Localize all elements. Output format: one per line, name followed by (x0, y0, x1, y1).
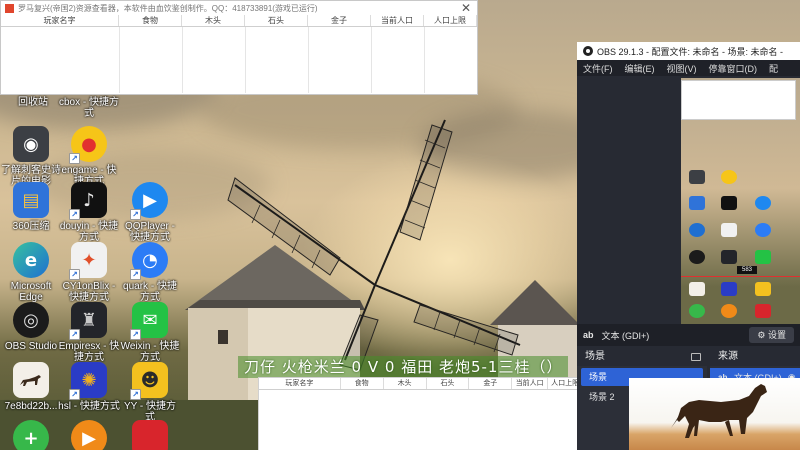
qqplayer-icon: ▶ ↗ (130, 182, 168, 220)
stream-overlay-text: 刀仔 火枪米兰 0 V 0 福田 老炮5-1三桂（） (238, 356, 569, 378)
desktop-icon-obs-studio[interactable]: ◎ OBS Studio (0, 302, 62, 352)
app-logo-icon (5, 3, 14, 13)
yy-icon: ☻ ↗ (130, 362, 168, 400)
close-button[interactable]: ✕ (455, 1, 477, 15)
preview-selection-line (681, 276, 800, 277)
desktop-icon-label: CY1onBlix - 快捷方式 (62, 281, 116, 303)
column-header[interactable]: 当前人口 (371, 15, 424, 26)
obs-menubar: 文件(F) 编辑(E) 视图(V) 停靠窗口(D) 配 (577, 60, 800, 76)
grid-header: 玩家名字 食物 木头 石头 金子 当前人口 人口上限 (259, 378, 584, 390)
grid-header: 玩家名字 食物 木头 石头 金子 当前人口 人口上限 (1, 15, 477, 27)
sources-dock-header: 来源 (710, 348, 800, 366)
desktop-icon-empiresx[interactable]: ♜ ↗ Empiresx - 快捷方式 (58, 302, 120, 363)
menu-profile[interactable]: 配 (763, 62, 784, 75)
column-header[interactable]: 食物 (119, 15, 182, 26)
column-header: 食物 (341, 378, 384, 389)
window-title: 罗马复兴(帝国2)资源查看器，本软件由血饮鉴创制作。QQ：418733891(游… (18, 3, 318, 13)
obs-logo-icon (583, 46, 593, 56)
desktop-icon-label: douyin - 快捷方式 (59, 221, 119, 243)
undock-icon[interactable] (691, 353, 701, 361)
zip-archive-icon: ▤ (13, 182, 49, 218)
desktop-icon-movie-app[interactable]: ◉ 了解刺客史诗片的电影 (0, 126, 62, 187)
desktop-icon-label: QQPlayer - 快捷方式 (124, 221, 175, 243)
selected-source-label: 文本 (GDI+) (601, 330, 650, 341)
horse-photo (629, 378, 800, 450)
menu-docks[interactable]: 停靠窗口(D) (703, 62, 764, 75)
desktop-icon-engame[interactable]: ●↗ engame - 快捷方式 (58, 126, 120, 187)
obs-titlebar[interactable]: OBS 29.1.3 - 配置文件: 未命名 - 场景: 未命名 - (577, 42, 800, 60)
weixin-icon: ✉ ↗ (130, 302, 168, 340)
desktop-icon-cy1onblix[interactable]: ✦ ↗ CY1onBlix - 快捷方式 (58, 242, 120, 303)
column-header[interactable]: 石头 (245, 15, 308, 26)
desktop-icon-cbox[interactable]: cbox - 快捷方式 (58, 94, 120, 119)
desktop-icon-horse-image[interactable]: 7e8bd22b... (0, 362, 62, 412)
hsl-icon: ✺ ↗ (69, 362, 107, 400)
desktop-icon-hsl[interactable]: ✺ ↗ hsl - 快捷方式 (58, 362, 120, 412)
resource-viewer-titlebar[interactable]: 罗马复兴(帝国2)资源查看器，本软件由血饮鉴创制作。QQ：418733891(游… (1, 1, 477, 15)
red-app-icon (132, 420, 168, 450)
scenes-dock-header: 场景 (577, 348, 707, 366)
plus-icon: + (13, 420, 49, 450)
edge-browser-icon: e (13, 242, 49, 278)
desktop-icon-label: 回收站 (18, 97, 48, 108)
preview-badge: 583 (737, 266, 757, 274)
settings-button[interactable]: ⚙ 设置 (749, 327, 794, 343)
desktop-icon-label: cbox - 快捷方式 (58, 97, 119, 119)
desktop-icon-360zip[interactable]: ▤ 360压缩 (0, 182, 62, 232)
desktop-icon-label: Weixin - 快捷方式 (120, 341, 180, 363)
grid-body[interactable] (1, 27, 477, 93)
sources-dock-title: 来源 (718, 351, 738, 362)
desktop-icon-label: hsl - 快捷方式 (58, 401, 120, 412)
column-header: 金子 (469, 378, 513, 389)
video-play-icon: ▶ (71, 420, 107, 450)
column-header: 石头 (427, 378, 470, 389)
engame-icon: ● ↗ (69, 126, 107, 164)
movie-app-icon: ◉ (13, 126, 49, 162)
desktop-icon-video-app[interactable]: ▶ (58, 420, 120, 450)
text-source-icon: ab (583, 330, 594, 340)
column-header: 木头 (384, 378, 427, 389)
obs-studio-icon: ◎ (13, 302, 49, 338)
desktop-icon-red-app[interactable] (119, 420, 181, 450)
desktop-icon-douyin[interactable]: ♪ ↗ douyin - 快捷方式 (58, 182, 120, 243)
desktop-icon-yy[interactable]: ☻ ↗ YY - 快捷方式 (119, 362, 181, 423)
menu-file[interactable]: 文件(F) (577, 62, 619, 75)
cy1onblix-icon: ✦ ↗ (69, 242, 107, 280)
captured-resource-grid: 玩家名字 食物 木头 石头 金子 当前人口 人口上限 (258, 377, 584, 450)
empiresx-icon: ♜ ↗ (69, 302, 107, 340)
desktop-icon-recycle-bin[interactable]: 回收站 (2, 94, 64, 108)
preview-app-window (681, 80, 796, 120)
desktop-icon-label: 7e8bd22b... (4, 401, 58, 412)
desktop-icon-quark[interactable]: ◔ ↗ quark - 快捷方式 (119, 242, 181, 303)
column-header: 玩家名字 (259, 378, 341, 389)
obs-source-toolbar: ab 文本 (GDI+) ⚙ 设置 (577, 324, 800, 346)
column-header[interactable]: 木头 (182, 15, 245, 26)
obs-window-title: OBS 29.1.3 - 配置文件: 未命名 - 场景: 未命名 - (597, 46, 784, 57)
column-header[interactable]: 人口上限 (424, 15, 477, 26)
resource-viewer-window[interactable]: 罗马复兴(帝国2)资源查看器，本软件由血饮鉴创制作。QQ：418733891(游… (0, 0, 478, 95)
desktop-icon-label: 360压缩 (12, 221, 50, 232)
desktop-icon-qqplayer[interactable]: ▶ ↗ QQPlayer - 快捷方式 (119, 182, 181, 243)
douyin-icon: ♪ ↗ (69, 182, 107, 220)
quark-icon: ◔ ↗ (130, 242, 168, 280)
desktop-icon-label: OBS Studio (4, 341, 58, 352)
desktop-icon-label: Microsoft Edge (10, 281, 52, 303)
desktop-icon-label: Empiresx - 快捷方式 (58, 341, 120, 363)
desktop-icon-label: quark - 快捷方式 (123, 281, 177, 303)
desktop-icon-plus-app[interactable]: + (0, 420, 62, 450)
desktop-icon-edge[interactable]: e Microsoft Edge (0, 242, 62, 303)
desktop-icon-weixin[interactable]: ✉ ↗ Weixin - 快捷方式 (119, 302, 181, 363)
column-header: 当前人口 (512, 378, 549, 389)
obs-preview-canvas[interactable]: 583 (681, 78, 800, 324)
column-header[interactable]: 玩家名字 (1, 15, 119, 26)
scenes-dock-title: 场景 (585, 351, 605, 362)
column-header[interactable]: 金子 (308, 15, 371, 26)
menu-edit[interactable]: 编辑(E) (619, 62, 661, 75)
image-file-icon (13, 362, 49, 398)
menu-view[interactable]: 视图(V) (661, 62, 703, 75)
